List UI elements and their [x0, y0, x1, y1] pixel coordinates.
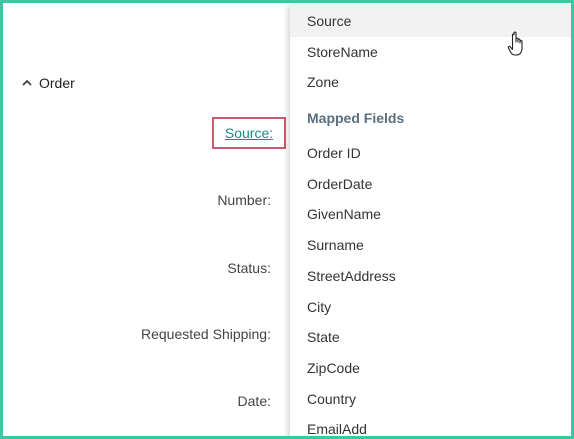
section-title: Order [39, 75, 75, 91]
source-link[interactable]: Source: [225, 125, 273, 141]
requested-shipping-label: Requested Shipping: [141, 326, 271, 342]
hand-pointer-icon [507, 31, 523, 56]
dropdown-item-emailadd[interactable]: EmailAdd [290, 414, 571, 436]
status-label: Status: [227, 260, 271, 276]
dropdown-item-state[interactable]: State [290, 322, 571, 353]
dropdown-item-zone[interactable]: Zone [290, 67, 571, 98]
dropdown-item-surname[interactable]: Surname [290, 230, 571, 261]
dropdown-item-order-id[interactable]: Order ID [290, 138, 571, 169]
dropdown-item-country[interactable]: Country [290, 384, 571, 415]
field-dropdown[interactable]: Source StoreName Zone Mapped Fields Orde… [290, 6, 571, 436]
dropdown-item-orderdate[interactable]: OrderDate [290, 169, 571, 200]
dropdown-item-city[interactable]: City [290, 292, 571, 323]
dropdown-item-zipcode[interactable]: ZipCode [290, 353, 571, 384]
dropdown-item-givenname[interactable]: GivenName [290, 199, 571, 230]
chevron-up-icon [22, 79, 32, 86]
number-label: Number: [217, 192, 271, 208]
date-label: Date: [237, 393, 271, 409]
dropdown-item-storename[interactable]: StoreName [290, 37, 571, 68]
dropdown-item-source[interactable]: Source [290, 6, 571, 37]
order-section-toggle[interactable]: Order [21, 75, 75, 91]
mapped-fields-header: Mapped Fields [307, 110, 405, 127]
source-highlight: Source: [212, 117, 286, 149]
app-frame: Order Source: Number: Status: Requested … [0, 0, 574, 439]
dropdown-item-streetaddress[interactable]: StreetAddress [290, 261, 571, 292]
